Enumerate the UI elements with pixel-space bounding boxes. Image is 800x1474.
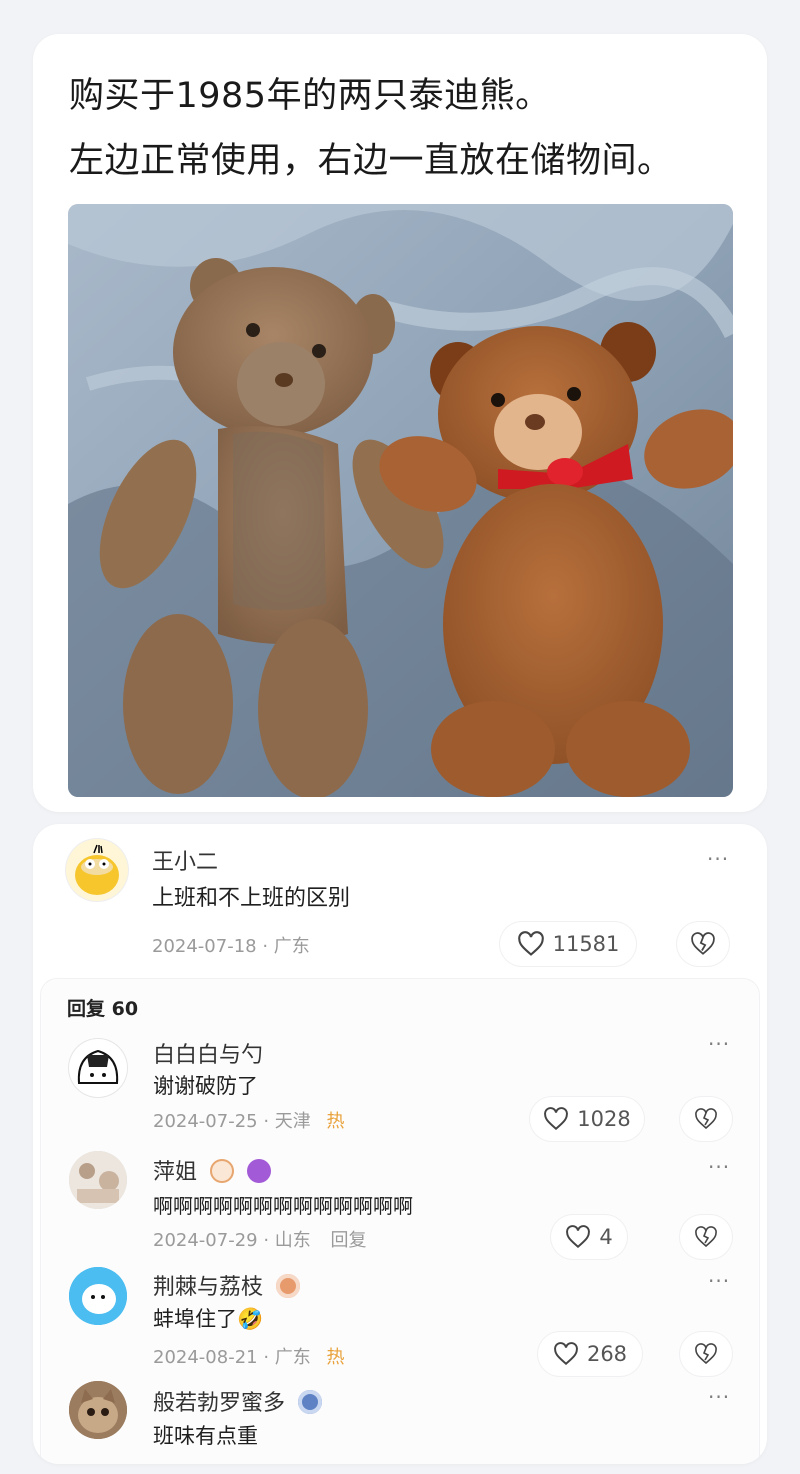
avatar[interactable] <box>69 1267 127 1325</box>
reply-location: 山东 <box>274 1230 311 1251</box>
reply-text: 啊啊啊啊啊啊啊啊啊啊啊啊啊 <box>153 1194 413 1218</box>
heart-icon <box>566 1225 591 1249</box>
avatar[interactable] <box>66 839 128 901</box>
broken-heart-icon <box>695 1226 717 1248</box>
broken-heart-icon <box>691 932 715 955</box>
reply-like-count: 268 <box>586 1342 628 1366</box>
reply-more-icon[interactable]: ··· <box>708 1157 730 1177</box>
reply-more-icon[interactable]: ··· <box>708 1387 730 1407</box>
reply-location: 广东 <box>274 1347 311 1368</box>
crown-badge-icon <box>210 1159 235 1183</box>
comment-like-count: 11581 <box>552 932 620 956</box>
cat-avatar-icon <box>69 1381 127 1439</box>
reply-like-button[interactable]: 4 <box>551 1215 627 1259</box>
post-text-line1: 购买于1985年的两只泰迪熊。 <box>69 76 551 116</box>
reply-like-button[interactable]: 1028 <box>530 1097 644 1141</box>
reply-text: 谢谢破防了 <box>153 1074 258 1098</box>
avatar[interactable] <box>69 1381 127 1439</box>
reply-meta: 2024-08-21 · 广东 热 <box>153 1347 345 1368</box>
comment-dislike-button[interactable] <box>677 922 729 966</box>
reply-dislike-button[interactable] <box>680 1097 732 1141</box>
replies-panel: 回复 60 ··· 白白白与勺 谢谢破防了 2024-07-25 · 天津 热 … <box>41 979 759 1464</box>
rice-ball-avatar-icon <box>77 1049 119 1084</box>
reply-like-button[interactable]: 268 <box>538 1332 642 1376</box>
comment-meta: 2024-07-18 · 广东 <box>152 936 310 957</box>
reply-more-icon[interactable]: ··· <box>708 1271 730 1291</box>
heart-icon <box>517 931 544 956</box>
reply-like-count: 1028 <box>577 1107 631 1131</box>
orange-badge-icon <box>276 1274 301 1298</box>
reply-date: 2024-08-21 <box>153 1347 258 1368</box>
reply-date: 2024-07-25 <box>153 1111 258 1132</box>
reply-author[interactable]: 般若勃罗蜜多 <box>153 1385 323 1417</box>
comment-like-button[interactable]: 11581 <box>500 922 636 966</box>
broken-heart-icon <box>695 1108 717 1130</box>
post-photo[interactable] <box>68 204 733 797</box>
post-text-line2: 左边正常使用，右边一直放在储物间。 <box>69 141 673 181</box>
comment-card: ··· 王小二 上班和不上班的区别 2024-07-18 · 广东 11581 … <box>33 824 767 1464</box>
teddy-bears-image <box>68 204 733 797</box>
reply-author-name: 般若勃罗蜜多 <box>153 1391 286 1416</box>
duck-avatar-icon <box>75 844 119 895</box>
comment-more-icon[interactable]: ··· <box>707 849 729 869</box>
reply-location: 天津 <box>274 1111 311 1132</box>
reply-author-name: 荆棘与荔枝 <box>153 1275 264 1300</box>
reply-dislike-button[interactable] <box>680 1215 732 1259</box>
hot-tag: 热 <box>326 1111 345 1132</box>
reply-author[interactable]: 白白白与勺 <box>153 1037 263 1069</box>
comment-location: 广东 <box>273 936 310 957</box>
reply-link[interactable]: 回复 <box>331 1230 367 1251</box>
purple-badge-icon <box>247 1159 272 1183</box>
comment-author[interactable]: 王小二 <box>152 844 218 876</box>
avatar[interactable] <box>69 1151 127 1209</box>
blue-character-avatar-icon <box>69 1267 127 1325</box>
reply-author[interactable]: 荆棘与荔枝 <box>153 1269 301 1301</box>
reply-text: 班味有点重 <box>153 1424 258 1448</box>
heart-icon <box>554 1342 578 1366</box>
reply-dislike-button[interactable] <box>680 1332 732 1376</box>
reply-meta: 2024-07-29 · 山东 回复 <box>153 1230 367 1251</box>
reply-date: 2024-07-29 <box>153 1230 258 1251</box>
heart-icon <box>544 1107 569 1131</box>
hot-tag: 热 <box>326 1347 345 1368</box>
reply-author-name: 萍姐 <box>153 1160 198 1185</box>
reply-author[interactable]: 萍姐 <box>153 1154 272 1186</box>
blue-badge-icon <box>298 1390 323 1414</box>
reply-meta: 2024-07-25 · 天津 热 <box>153 1111 345 1132</box>
reply-more-icon[interactable]: ··· <box>708 1034 730 1054</box>
comment-date: 2024-07-18 <box>152 936 257 957</box>
broken-heart-icon <box>695 1343 717 1365</box>
photo-avatar-icon <box>69 1151 127 1209</box>
post-card: 购买于1985年的两只泰迪熊。 左边正常使用，右边一直放在储物间。 <box>33 34 767 812</box>
comment-text: 上班和不上班的区别 <box>152 886 351 911</box>
reply-text: 蚌埠住了🤣 <box>153 1307 264 1331</box>
replies-header[interactable]: 回复 60 <box>67 994 138 1021</box>
reply-like-count: 4 <box>599 1225 613 1249</box>
avatar[interactable] <box>69 1039 127 1097</box>
